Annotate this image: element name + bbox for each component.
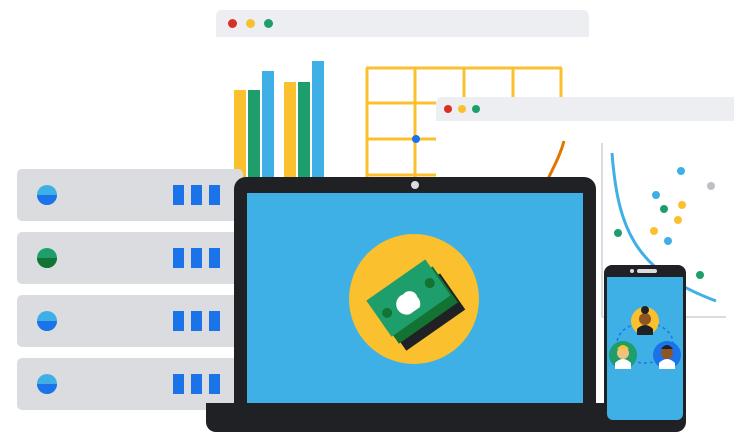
drive-slot-icon [173,311,184,331]
blue-led-icon [37,311,57,331]
drive-slot-icon [191,185,202,205]
drive-slot-icon [209,248,220,268]
server-unit [17,232,243,284]
drive-slot-icon [173,185,184,205]
blue-led-icon [37,185,57,205]
server-unit [17,295,243,347]
person-avatar-icon [653,341,681,369]
drive-slot-icon [209,374,220,394]
phone-camera-icon [630,269,634,273]
maximize-dot-icon [472,105,480,113]
laptop-screen [247,193,583,411]
laptop [234,177,596,411]
window-title-bar [436,97,734,121]
bar-chart-icon [234,61,324,180]
grid-point-icon [412,135,420,143]
close-dot-icon [444,105,452,113]
blue-led-icon [37,374,57,394]
people-network-icon [609,306,681,369]
drive-slot-icon [173,374,184,394]
laptop-camera-icon [411,181,419,189]
drive-slot-icon [173,248,184,268]
person-avatar-icon [609,341,637,369]
phone [604,265,686,423]
phone-speaker-icon [637,269,657,273]
minimize-dot-icon [458,105,466,113]
green-led-icon [37,248,57,268]
person-avatar-icon [631,306,659,335]
drive-slot-icon [191,248,202,268]
money-bills-icon [349,234,479,364]
server-unit [17,169,243,221]
drive-slot-icon [191,374,202,394]
drive-slot-icon [209,185,220,205]
phone-screen [607,277,683,420]
drive-slot-icon [209,311,220,331]
drive-slot-icon [191,311,202,331]
